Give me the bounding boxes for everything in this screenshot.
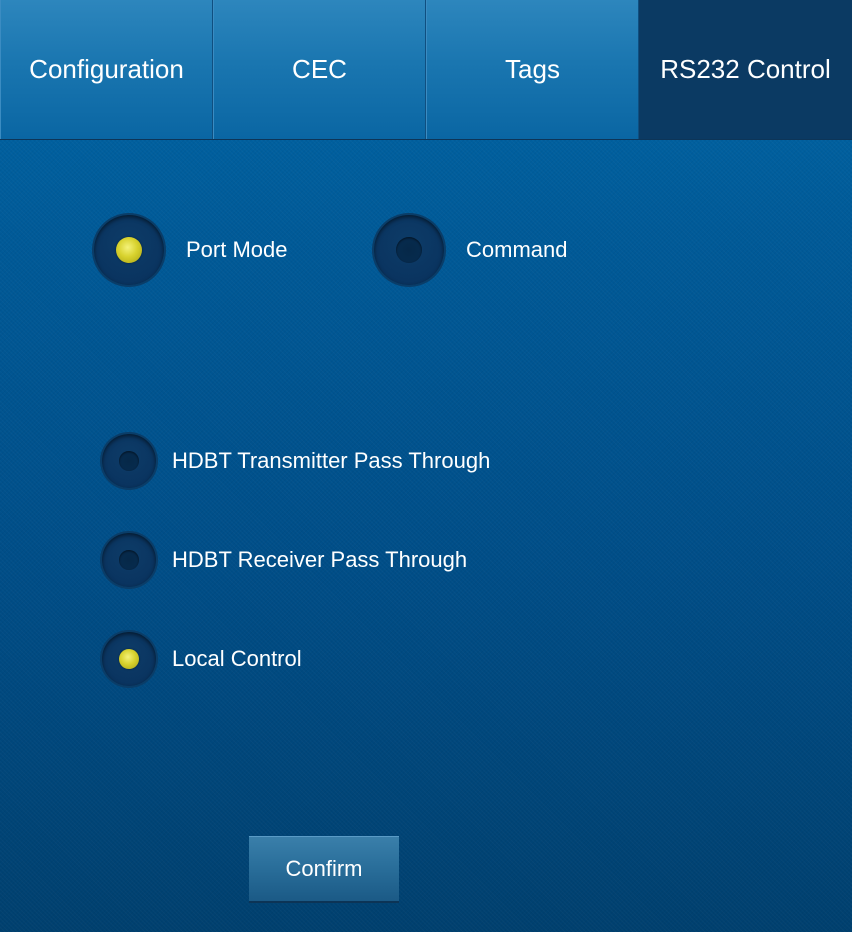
- radio-command[interactable]: Command: [374, 215, 567, 285]
- radio-button[interactable]: [102, 632, 156, 686]
- tab-rs232-control[interactable]: RS232 Control: [639, 0, 852, 139]
- radio-label-command: Command: [466, 237, 568, 262]
- tab-configuration[interactable]: Configuration: [0, 0, 213, 139]
- radio-button[interactable]: [374, 215, 444, 285]
- tab-bar: Configuration CEC Tags RS232 Control: [0, 0, 852, 140]
- confirm-button[interactable]: Confirm: [249, 836, 399, 903]
- radio-label-local-control: Local Control: [172, 646, 302, 671]
- radio-label-port-mode: Port Mode: [186, 237, 288, 262]
- radio-button[interactable]: [102, 434, 156, 488]
- radio-selected-indicator: [119, 649, 139, 669]
- radio-hdbt-receiver-pass-through[interactable]: HDBT Receiver Pass Through: [102, 533, 467, 587]
- radio-unselected-indicator: [119, 550, 139, 570]
- radio-label-hdbt-receiver: HDBT Receiver Pass Through: [172, 547, 468, 572]
- radio-hdbt-transmitter-pass-through[interactable]: HDBT Transmitter Pass Through: [102, 434, 490, 488]
- radio-selected-indicator: [116, 237, 142, 263]
- tab-tags[interactable]: Tags: [426, 0, 639, 139]
- radio-button[interactable]: [94, 215, 164, 285]
- tab-cec[interactable]: CEC: [213, 0, 426, 139]
- radio-button[interactable]: [102, 533, 156, 587]
- radio-local-control[interactable]: Local Control: [102, 632, 302, 686]
- radio-port-mode[interactable]: Port Mode: [94, 215, 288, 285]
- radio-unselected-indicator: [119, 451, 139, 471]
- radio-label-hdbt-transmitter: HDBT Transmitter Pass Through: [172, 448, 491, 473]
- radio-unselected-indicator: [396, 237, 422, 263]
